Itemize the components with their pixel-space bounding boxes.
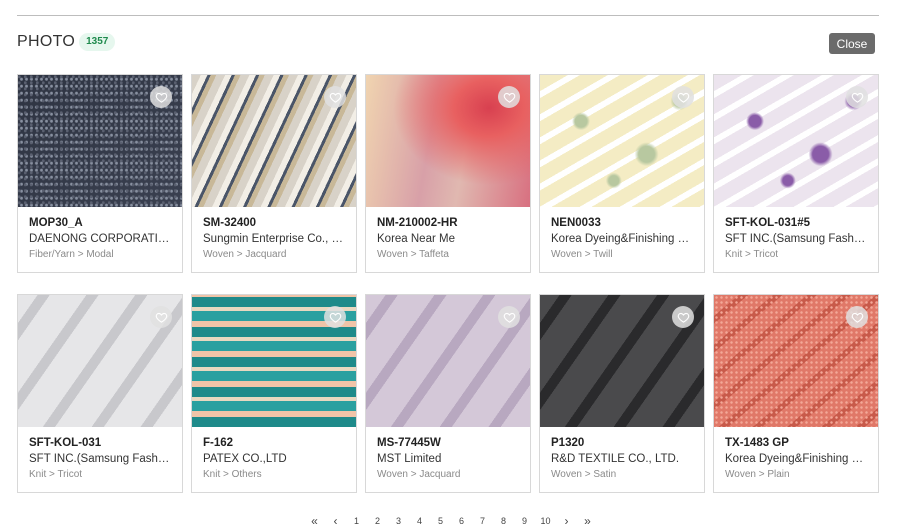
page-9-button[interactable]: 9 [519, 516, 531, 526]
favorite-button[interactable] [846, 86, 868, 108]
close-button[interactable]: Close [829, 33, 875, 54]
fabric-photo[interactable] [192, 295, 356, 427]
fabric-card[interactable]: TX-1483 GP Korea Dyeing&Finishing … Wove… [713, 294, 879, 493]
fabric-photo[interactable] [192, 75, 356, 207]
company-name: PATEX CO.,LTD [203, 453, 287, 465]
fabric-category: Knit > Tricot [725, 249, 779, 260]
page-2-button[interactable]: 2 [372, 516, 384, 526]
fabric-photo[interactable] [18, 295, 182, 427]
page-5-button[interactable]: 5 [435, 516, 447, 526]
next-page-button[interactable]: › [561, 515, 573, 527]
fabric-card[interactable]: F-162 PATEX CO.,LTD Knit > Others [191, 294, 357, 493]
heart-outline-icon [329, 92, 341, 103]
fabric-card[interactable]: SFT-KOL-031#5 SFT INC.(Samsung Fashi… Kn… [713, 74, 879, 273]
fabric-category: Knit > Tricot [29, 469, 83, 480]
favorite-button[interactable] [846, 306, 868, 328]
company-name: Korea Dyeing&Finishing … [551, 233, 690, 245]
favorite-button[interactable] [498, 86, 520, 108]
fabric-code: MS-77445W [377, 437, 441, 449]
fabric-code: SFT-KOL-031 [29, 437, 102, 449]
favorite-button[interactable] [324, 306, 346, 328]
prev-page-button[interactable]: ‹ [330, 515, 342, 527]
fabric-category: Fiber/Yarn > Modal [29, 249, 114, 260]
fabric-category: Woven > Jacquard [377, 469, 461, 480]
fabric-photo[interactable] [540, 295, 704, 427]
favorite-button[interactable] [324, 86, 346, 108]
heart-outline-icon [503, 312, 515, 323]
fabric-card[interactable]: MOP30_A DAENONG CORPORATION Fiber/Yarn >… [17, 74, 183, 273]
page-1-button[interactable]: 1 [351, 516, 363, 526]
fabric-category: Woven > Taffeta [377, 249, 449, 260]
top-divider [17, 15, 879, 16]
fabric-photo[interactable] [366, 75, 530, 207]
fabric-code: NM-210002-HR [377, 217, 458, 229]
favorite-button[interactable] [150, 306, 172, 328]
first-page-button[interactable]: « [309, 515, 321, 527]
fabric-card[interactable]: MS-77445W MST Limited Woven > Jacquard [365, 294, 531, 493]
page-3-button[interactable]: 3 [393, 516, 405, 526]
count-badge: 1357 [79, 33, 116, 51]
fabric-code: SM-32400 [203, 217, 257, 229]
heart-outline-icon [155, 312, 167, 323]
favorite-button[interactable] [150, 86, 172, 108]
fabric-card[interactable]: SFT-KOL-031 SFT INC.(Samsung Fashi… Knit… [17, 294, 183, 493]
heart-outline-icon [851, 312, 863, 323]
fabric-category: Woven > Satin [551, 469, 617, 480]
company-name: R&D TEXTILE CO., LTD. [551, 453, 680, 465]
page-10-button[interactable]: 10 [540, 516, 552, 526]
fabric-card[interactable]: NM-210002-HR Korea Near Me Woven > Taffe… [365, 74, 531, 273]
heart-outline-icon [329, 312, 341, 323]
fabric-category: Woven > Jacquard [203, 249, 287, 260]
favorite-button[interactable] [672, 86, 694, 108]
favorite-button[interactable] [498, 306, 520, 328]
fabric-photo[interactable] [366, 295, 530, 427]
company-name: Korea Near Me [377, 233, 455, 245]
fabric-code: NEN0033 [551, 217, 601, 229]
page-6-button[interactable]: 6 [456, 516, 468, 526]
last-page-button[interactable]: » [582, 515, 594, 527]
fabric-code: F-162 [203, 437, 234, 449]
company-name: MST Limited [377, 453, 442, 465]
company-name: SFT INC.(Samsung Fashi… [29, 453, 171, 465]
fabric-photo[interactable] [18, 75, 182, 207]
heart-outline-icon [155, 92, 167, 103]
heart-outline-icon [677, 312, 689, 323]
company-name: SFT INC.(Samsung Fashi… [725, 233, 867, 245]
company-name: Korea Dyeing&Finishing … [725, 453, 864, 465]
fabric-category: Woven > Twill [551, 249, 613, 260]
panel-header: PHOTO 1357 [17, 33, 116, 51]
pagination: « ‹ 1 2 3 4 5 6 7 8 9 10 › » [304, 515, 598, 527]
fabric-photo[interactable] [540, 75, 704, 207]
fabric-category: Woven > Plain [725, 469, 790, 480]
heart-outline-icon [503, 92, 515, 103]
fabric-code: MOP30_A [29, 217, 83, 229]
fabric-code: P1320 [551, 437, 585, 449]
page-8-button[interactable]: 8 [498, 516, 510, 526]
fabric-card[interactable]: NEN0033 Korea Dyeing&Finishing … Woven >… [539, 74, 705, 273]
fabric-card[interactable]: SM-32400 Sungmin Enterprise Co., … Woven… [191, 74, 357, 273]
fabric-photo[interactable] [714, 295, 878, 427]
fabric-photo[interactable] [714, 75, 878, 207]
company-name: DAENONG CORPORATION [29, 233, 171, 245]
fabric-card[interactable]: P1320 R&D TEXTILE CO., LTD. Woven > Sati… [539, 294, 705, 493]
company-name: Sungmin Enterprise Co., … [203, 233, 343, 245]
heart-outline-icon [851, 92, 863, 103]
fabric-code: TX-1483 GP [725, 437, 789, 449]
fabric-category: Knit > Others [203, 469, 262, 480]
page-4-button[interactable]: 4 [414, 516, 426, 526]
page-title: PHOTO [17, 33, 76, 50]
favorite-button[interactable] [672, 306, 694, 328]
fabric-code: SFT-KOL-031#5 [725, 217, 810, 229]
heart-outline-icon [677, 92, 689, 103]
photo-grid: MOP30_A DAENONG CORPORATION Fiber/Yarn >… [17, 74, 879, 493]
page-7-button[interactable]: 7 [477, 516, 489, 526]
